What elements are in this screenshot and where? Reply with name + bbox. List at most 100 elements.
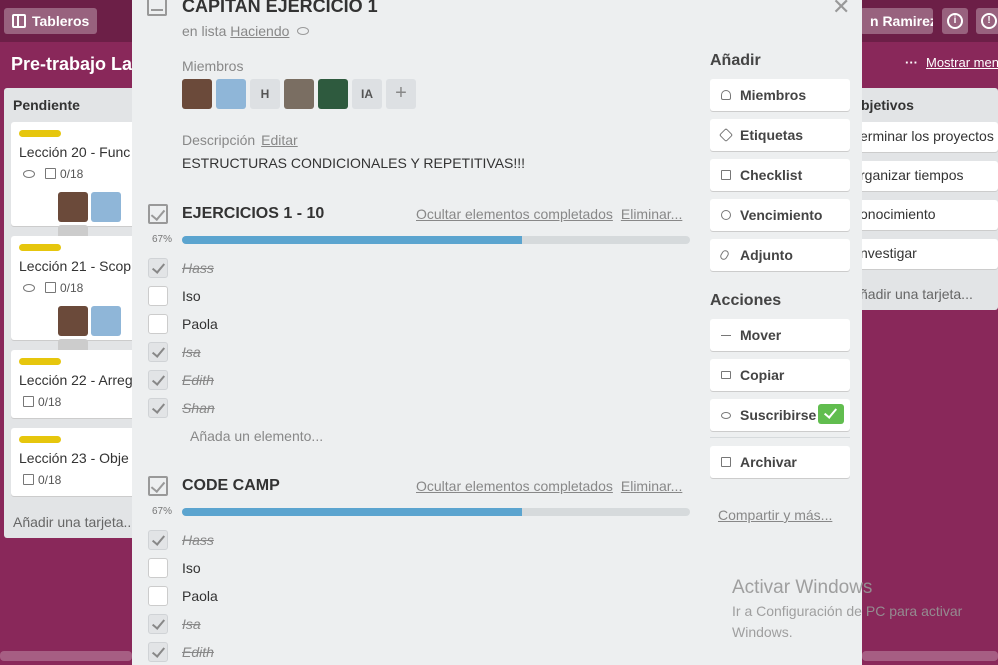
description-edit-link[interactable]: Editar	[261, 132, 298, 148]
delete-checklist-link[interactable]: Eliminar...	[621, 478, 682, 494]
subscribe-button[interactable]: Suscribirse	[710, 399, 850, 431]
archive-button[interactable]: Archivar	[710, 446, 850, 478]
checklist-item-text[interactable]: Isa	[182, 344, 201, 360]
checklist-title[interactable]: EJERCICIOS 1 - 10	[182, 205, 324, 223]
member-avatar[interactable]	[318, 79, 348, 109]
unchecked-checkbox[interactable]	[148, 586, 168, 606]
checklist-item[interactable]: Paola	[148, 312, 688, 336]
board-title[interactable]: Pre-trabajo La	[11, 54, 132, 75]
checklist-item-text[interactable]: Edith	[182, 372, 214, 388]
card[interactable]: Lección 22 - Arreg 0/18	[11, 350, 142, 418]
move-button[interactable]: Mover	[710, 319, 850, 351]
divider	[710, 437, 850, 438]
card[interactable]: nvestigar	[852, 239, 998, 269]
share-more-link[interactable]: Compartir y más...	[718, 507, 832, 523]
card[interactable]: onocimiento	[852, 200, 998, 230]
description-label-row: Descripción Editar	[182, 132, 298, 148]
card-title: Lección 22 - Arreg	[19, 372, 133, 388]
unchecked-checkbox[interactable]	[148, 558, 168, 578]
checked-checkbox[interactable]	[148, 398, 168, 418]
avatar[interactable]	[58, 306, 88, 336]
hide-completed-link[interactable]: Ocultar elementos completados	[416, 478, 613, 494]
close-icon[interactable]: ✕	[832, 0, 850, 20]
arrow-icon	[721, 335, 731, 336]
checklist-item-text[interactable]: Edith	[182, 644, 214, 660]
member-avatar[interactable]: H	[250, 79, 280, 109]
checklist-item-text[interactable]: Hass	[182, 260, 214, 276]
avatar[interactable]	[91, 306, 121, 336]
member-avatar[interactable]	[284, 79, 314, 109]
eye-icon	[297, 27, 310, 35]
card[interactable]: Lección 23 - Obje 0/18	[11, 428, 142, 496]
horizontal-scrollbar[interactable]	[862, 651, 998, 661]
checklist-actions: Ocultar elementos completados Eliminar...	[416, 206, 682, 222]
checked-checkbox[interactable]	[148, 642, 168, 662]
attachment-button[interactable]: Adjunto	[710, 239, 850, 271]
button-label: Vencimiento	[740, 207, 823, 223]
card-badges: 0/18	[23, 473, 61, 487]
checklist-item[interactable]: Paola	[148, 584, 688, 608]
card[interactable]: erminar los proyectos	[852, 122, 998, 152]
delete-checklist-link[interactable]: Eliminar...	[621, 206, 682, 222]
checklist-item[interactable]: Edith	[148, 640, 688, 664]
card[interactable]: Lección 20 - Func 0/18	[11, 122, 142, 255]
checklist-percent: 67%	[152, 234, 173, 245]
checklist-item[interactable]: Iso	[148, 556, 688, 580]
member-avatar[interactable]	[216, 79, 246, 109]
add-item-link[interactable]: Añada un elemento...	[190, 428, 323, 444]
list-link[interactable]: Haciendo	[230, 23, 289, 39]
user-button[interactable]: n Ramirez	[860, 8, 933, 34]
add-card-link[interactable]: Añadir una tarjeta...	[13, 514, 135, 530]
card-label-yellow	[19, 244, 61, 251]
add-member-button[interactable]: +	[386, 79, 416, 109]
checked-checkbox[interactable]	[148, 530, 168, 550]
activation-watermark-text: Ir a Configuración de PC para activar Wi…	[732, 603, 963, 640]
card-title[interactable]: CAPITAN EJERCICIO 1	[182, 0, 378, 17]
unchecked-checkbox[interactable]	[148, 314, 168, 334]
checklist-item-text[interactable]: Shan	[182, 400, 215, 416]
checklist-title[interactable]: CODE CAMP	[182, 477, 280, 495]
members-button[interactable]: Miembros	[710, 79, 850, 111]
checked-checkbox[interactable]	[148, 370, 168, 390]
labels-button[interactable]: Etiquetas	[710, 119, 850, 151]
checklist-item[interactable]: Hass	[148, 256, 688, 280]
member-avatar[interactable]: IA	[352, 79, 382, 109]
card-title: erminar los proyectos	[860, 128, 994, 144]
checklist-item-text[interactable]: Paola	[182, 316, 218, 332]
due-date-button[interactable]: Vencimiento	[710, 199, 850, 231]
checklist-item[interactable]: Shan	[148, 396, 688, 420]
checked-checkbox[interactable]	[148, 342, 168, 362]
checklist-button[interactable]: Checklist	[710, 159, 850, 191]
hide-completed-link[interactable]: Ocultar elementos completados	[416, 206, 613, 222]
checklist-item[interactable]: Isa	[148, 340, 688, 364]
checklist-item[interactable]: Iso	[148, 284, 688, 308]
card[interactable]: Lección 21 - Scop 0/18	[11, 236, 142, 369]
checklist-item-text[interactable]: Hass	[182, 532, 214, 548]
checklist-item[interactable]: Isa	[148, 612, 688, 636]
show-menu-link[interactable]: ··· Mostrar menú	[905, 55, 998, 70]
add-card-link[interactable]: ñadir una tarjeta...	[860, 286, 973, 302]
avatar[interactable]	[91, 192, 121, 222]
checklist-icon	[23, 474, 34, 485]
unchecked-checkbox[interactable]	[148, 286, 168, 306]
bell-icon: !	[981, 13, 997, 29]
boards-button[interactable]: Tableros	[4, 8, 98, 34]
checklist-item-text[interactable]: Iso	[182, 288, 201, 304]
checked-checkbox[interactable]	[148, 614, 168, 634]
horizontal-scrollbar[interactable]	[0, 651, 132, 661]
notifications-button[interactable]: !	[976, 8, 998, 34]
member-avatar[interactable]	[182, 79, 212, 109]
checklist-item-text[interactable]: Paola	[182, 588, 218, 604]
list-title[interactable]: Pendiente	[13, 97, 80, 113]
info-button[interactable]: i	[942, 8, 968, 34]
description-text[interactable]: ESTRUCTURAS CONDICIONALES Y REPETITIVAS!…	[182, 155, 525, 171]
checked-checkbox[interactable]	[148, 258, 168, 278]
copy-button[interactable]: Copiar	[710, 359, 850, 391]
list-title[interactable]: bjetivos	[861, 97, 914, 113]
checklist-item-text[interactable]: Isa	[182, 616, 201, 632]
checklist-item[interactable]: Hass	[148, 528, 688, 552]
avatar[interactable]	[58, 192, 88, 222]
checklist-item-text[interactable]: Iso	[182, 560, 201, 576]
card[interactable]: rganizar tiempos	[852, 161, 998, 191]
checklist-item[interactable]: Edith	[148, 368, 688, 392]
